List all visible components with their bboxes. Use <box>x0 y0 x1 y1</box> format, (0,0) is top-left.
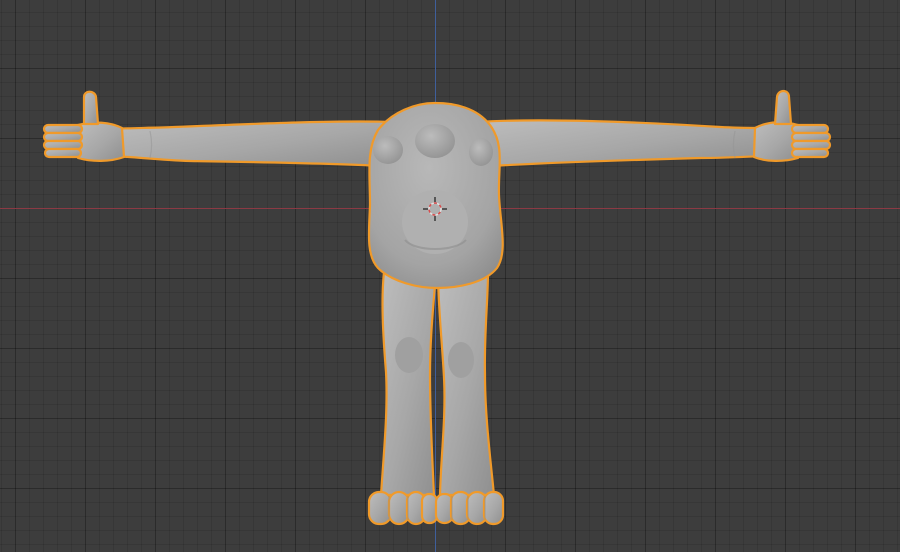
left-finger-4 <box>43 147 83 159</box>
left-leg <box>379 270 438 497</box>
left-finger-3 <box>42 139 84 151</box>
right-knee <box>448 342 474 378</box>
character-mesh[interactable] <box>0 0 900 552</box>
right-toe-4 <box>482 490 505 526</box>
left-arm <box>110 120 394 168</box>
right-finger-4 <box>790 147 830 159</box>
left-knee <box>395 337 423 373</box>
chest-bump-right <box>469 138 493 166</box>
left-finger-1 <box>42 123 84 135</box>
right-finger-1 <box>790 123 830 135</box>
right-arm <box>476 119 767 168</box>
left-hand-palm <box>76 121 126 162</box>
left-finger-2 <box>42 131 84 143</box>
left-toe-4 <box>420 492 439 525</box>
right-finger-3 <box>790 139 832 151</box>
right-thumb <box>773 89 793 126</box>
left-thumb <box>82 90 100 126</box>
right-finger-2 <box>790 131 832 143</box>
right-leg <box>436 270 496 497</box>
left-toe-1 <box>367 490 393 526</box>
3d-viewport[interactable] <box>0 0 900 552</box>
chest-bump-left <box>373 136 403 164</box>
3d-cursor-icon[interactable] <box>423 197 447 221</box>
chest-bump-center <box>415 124 455 158</box>
